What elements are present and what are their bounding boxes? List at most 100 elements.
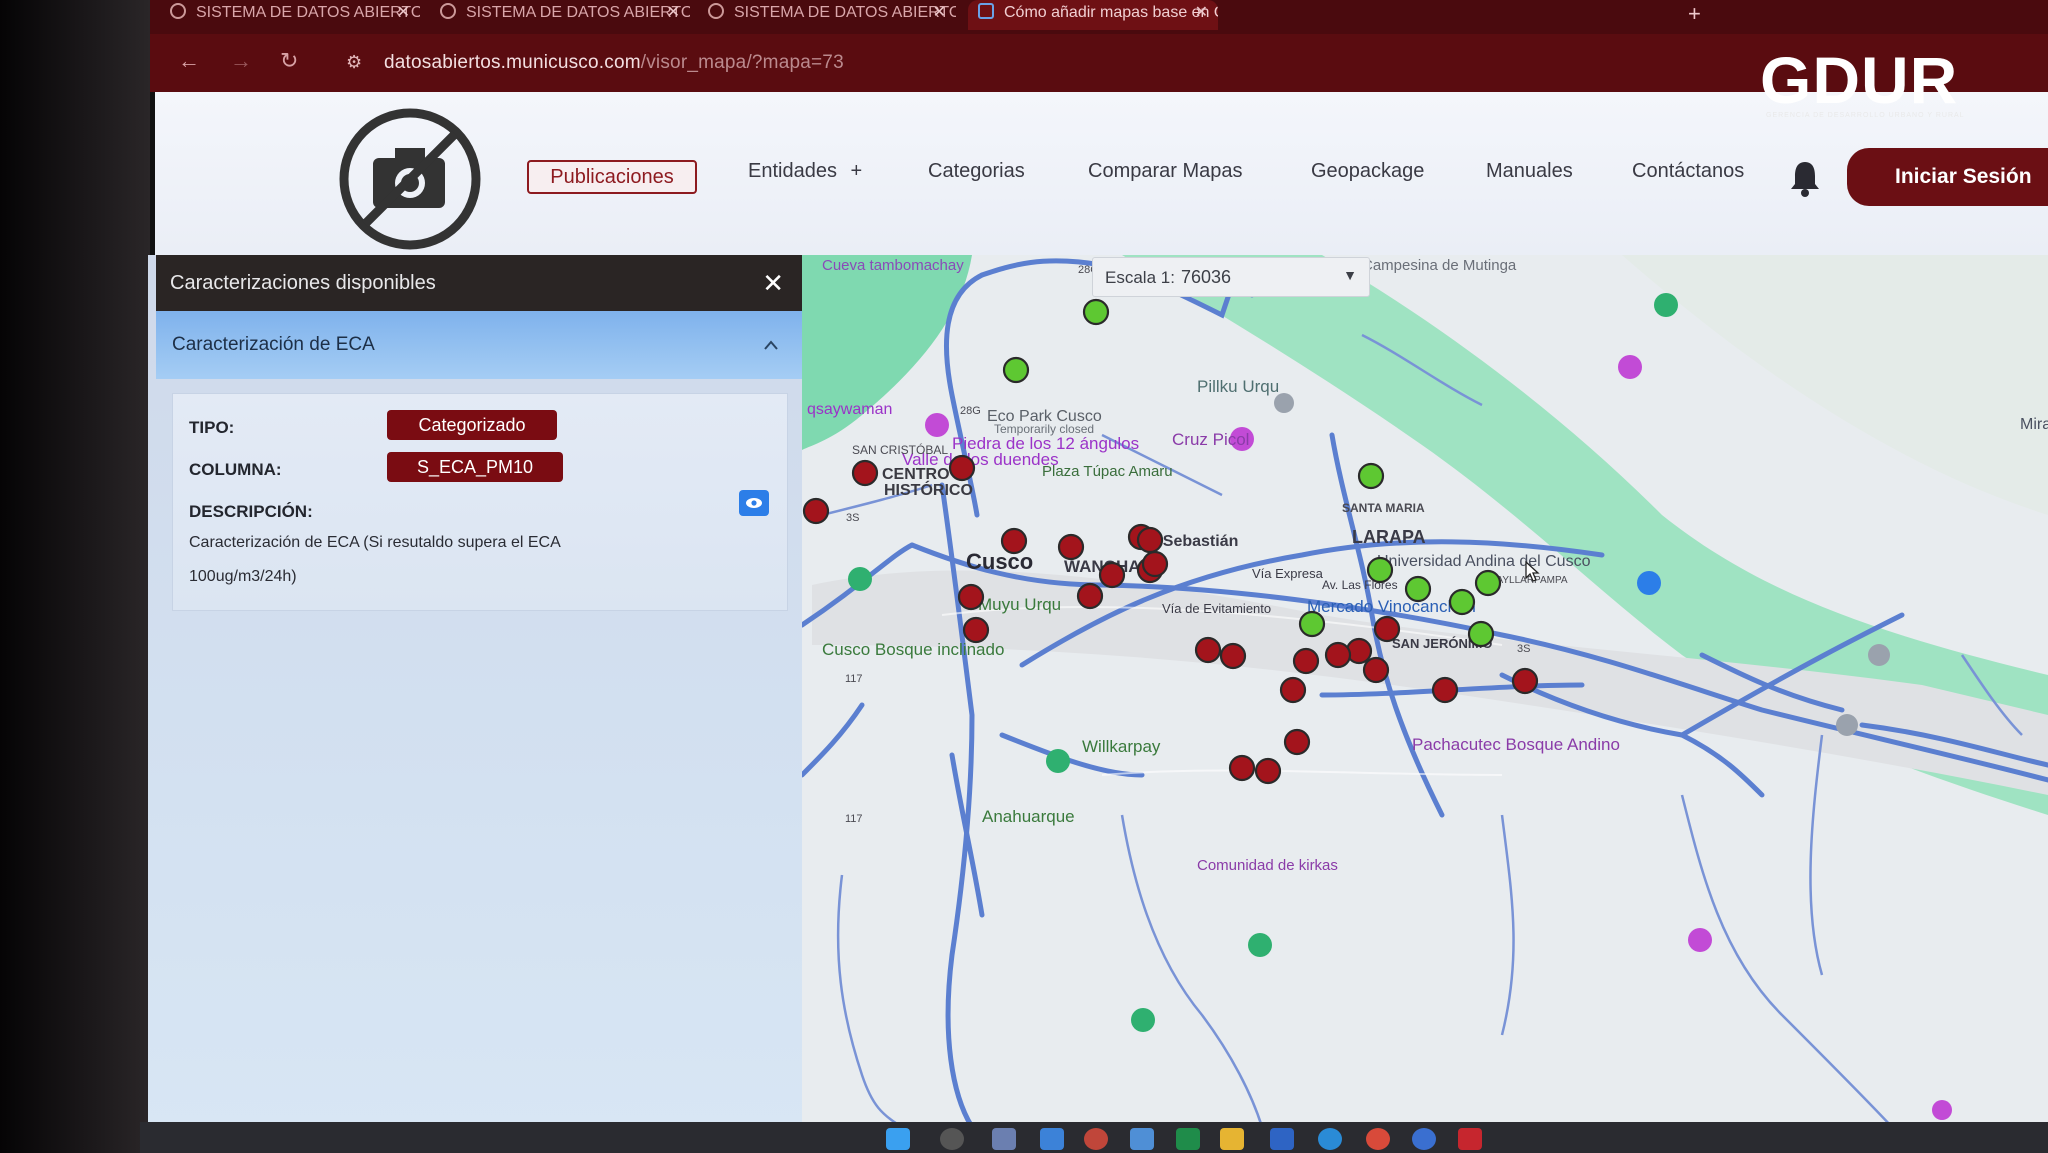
map-point-red[interactable]: [1076, 582, 1104, 610]
url-path: /visor_mapa/?mapa=73: [640, 52, 844, 73]
map-point-red[interactable]: [1431, 676, 1459, 704]
close-tab-icon[interactable]: ✕: [933, 0, 946, 26]
map-label: qsaywaman: [807, 401, 892, 418]
map-label: Cueva tambomachay: [822, 257, 964, 274]
map-point-green[interactable]: [1082, 298, 1110, 326]
map-point-red[interactable]: [962, 616, 990, 644]
nav-entidades-label: Entidades: [748, 160, 837, 182]
map-point-red[interactable]: [1057, 533, 1085, 561]
app-icon[interactable]: [1412, 1128, 1436, 1150]
map-point-red[interactable]: [1141, 550, 1169, 578]
map-point-green[interactable]: [1467, 620, 1495, 648]
browser-tab[interactable]: SISTEMA DE DATOS ABIERTOS ✕: [440, 0, 690, 30]
back-arrow-icon[interactable]: ←: [178, 48, 200, 74]
nav-publicaciones-button[interactable]: Publicaciones: [527, 160, 697, 194]
folder-icon[interactable]: [1220, 1128, 1244, 1150]
map-point-green[interactable]: [1357, 462, 1385, 490]
doc-icon: [978, 3, 994, 19]
map-label: Muyu Urqu: [978, 595, 1061, 614]
map-point-red[interactable]: [957, 583, 985, 611]
map-point-red[interactable]: [1373, 615, 1401, 643]
login-button[interactable]: Iniciar Sesión: [1847, 148, 2048, 206]
close-tab-icon[interactable]: ✕: [667, 0, 680, 26]
map-point-red[interactable]: [1098, 561, 1126, 589]
dropdown-arrow-icon[interactable]: ▼: [1343, 267, 1357, 283]
map-point-red[interactable]: [948, 454, 976, 482]
map-point-red[interactable]: [1254, 757, 1282, 785]
map-view[interactable]: Cueva tambomachay Campesina de Mutinga Pil…: [802, 255, 2048, 1127]
nav-contactanos[interactable]: Contáctanos: [1632, 160, 1744, 183]
map-point-green[interactable]: [1474, 569, 1502, 597]
map-point-red[interactable]: [1345, 637, 1373, 665]
browser-tab[interactable]: SISTEMA DE DATOS ABIERTOS ✕: [170, 0, 420, 30]
map-point-green[interactable]: [1448, 588, 1476, 616]
gdur-logo-subtitle: GERENCIA DE DESARROLLO URBANO Y RURAL: [1766, 112, 1965, 119]
app-icon[interactable]: [1084, 1128, 1108, 1150]
nav-geopackage[interactable]: Geopackage: [1311, 160, 1424, 183]
map-point-red[interactable]: [1228, 754, 1256, 782]
eye-icon[interactable]: [739, 490, 769, 516]
map-label: 117: [845, 673, 863, 685]
map-point-red[interactable]: [1194, 636, 1222, 664]
map-point-green[interactable]: [1366, 556, 1394, 584]
map-canvas[interactable]: Cueva tambomachay Campesina de Mutinga Pil…: [802, 255, 2048, 1127]
address-bar[interactable]: datosabiertos.municusco.com/visor_mapa/?…: [384, 52, 844, 74]
map-point-red[interactable]: [1283, 728, 1311, 756]
map-point-red[interactable]: [851, 459, 879, 487]
map-label: Campesina de Mutinga: [1362, 257, 1517, 274]
map-point-red[interactable]: [1279, 676, 1307, 704]
map-label: Plaza Túpac Amaru: [1042, 463, 1173, 480]
os-taskbar: [140, 1122, 2048, 1153]
chrome-icon[interactable]: [1366, 1128, 1390, 1150]
windows-start-icon[interactable]: [886, 1128, 910, 1150]
map-label: LARAPA: [1352, 527, 1426, 547]
map-point-red[interactable]: [1511, 667, 1539, 695]
browser-tab[interactable]: SISTEMA DE DATOS ABIERTOS ✕: [708, 0, 956, 30]
map-point-red[interactable]: [1324, 641, 1352, 669]
accordion-header-eca[interactable]: Caracterización de ECA: [156, 311, 802, 379]
camera-off-icon[interactable]: [337, 106, 483, 252]
task-view-icon[interactable]: [992, 1128, 1016, 1150]
app-icon[interactable]: [1040, 1128, 1064, 1150]
map-point-red[interactable]: [1292, 647, 1320, 675]
reload-icon[interactable]: ↻: [280, 48, 298, 74]
word-icon[interactable]: [1270, 1128, 1294, 1150]
map-point-red[interactable]: [1219, 642, 1247, 670]
map-point-red[interactable]: [1000, 527, 1028, 555]
browser-tab-active[interactable]: Cómo añadir mapas base en Q ✕: [968, 0, 1218, 30]
store-icon[interactable]: [1130, 1128, 1154, 1150]
excel-icon[interactable]: [1176, 1128, 1200, 1150]
tipo-badge: Categorizado: [387, 410, 557, 440]
characterization-panel: Caracterizaciones disponibles ✕ Caracter…: [148, 255, 802, 1153]
nav-manuales[interactable]: Manuales: [1486, 160, 1573, 183]
nav-categorias[interactable]: Categorias: [928, 160, 1025, 183]
cursor-icon: [1525, 560, 1540, 582]
tab-title: Cómo añadir mapas base en Q: [1004, 4, 1218, 21]
map-point-green[interactable]: [1404, 575, 1432, 603]
map-label: HISTÓRICO: [884, 480, 973, 499]
forward-arrow-icon[interactable]: →: [230, 48, 252, 74]
map-point-red[interactable]: [1136, 526, 1164, 554]
edge-icon[interactable]: [1318, 1128, 1342, 1150]
map-point-red[interactable]: [1362, 656, 1390, 684]
nav-entidades[interactable]: Entidades +: [748, 160, 862, 183]
map-label: SANTA MARIA: [1342, 501, 1425, 515]
map-point-green[interactable]: [1298, 610, 1326, 638]
close-tab-icon[interactable]: ✕: [397, 0, 410, 26]
scale-selector[interactable]: Escala 1: 76036 ▼: [1092, 257, 1370, 297]
url-host: datosabiertos.municusco.com: [384, 52, 641, 73]
scale-label: Escala 1:: [1105, 268, 1175, 287]
map-point-red[interactable]: [802, 497, 830, 525]
close-tab-icon[interactable]: ✕: [1195, 0, 1208, 26]
acrobat-icon[interactable]: [1458, 1128, 1482, 1150]
nav-comparar-mapas[interactable]: Comparar Mapas: [1088, 160, 1243, 183]
chevron-up-icon[interactable]: [762, 311, 780, 379]
bell-icon[interactable]: [1787, 158, 1823, 198]
new-tab-button[interactable]: +: [1688, 0, 1701, 28]
close-icon[interactable]: ✕: [762, 255, 784, 311]
panel-header: Caracterizaciones disponibles ✕: [156, 255, 802, 311]
site-settings-icon[interactable]: ⚙: [346, 52, 362, 73]
map-point-green[interactable]: [1002, 356, 1030, 384]
search-icon[interactable]: [940, 1128, 964, 1150]
globe-icon: [440, 3, 456, 19]
